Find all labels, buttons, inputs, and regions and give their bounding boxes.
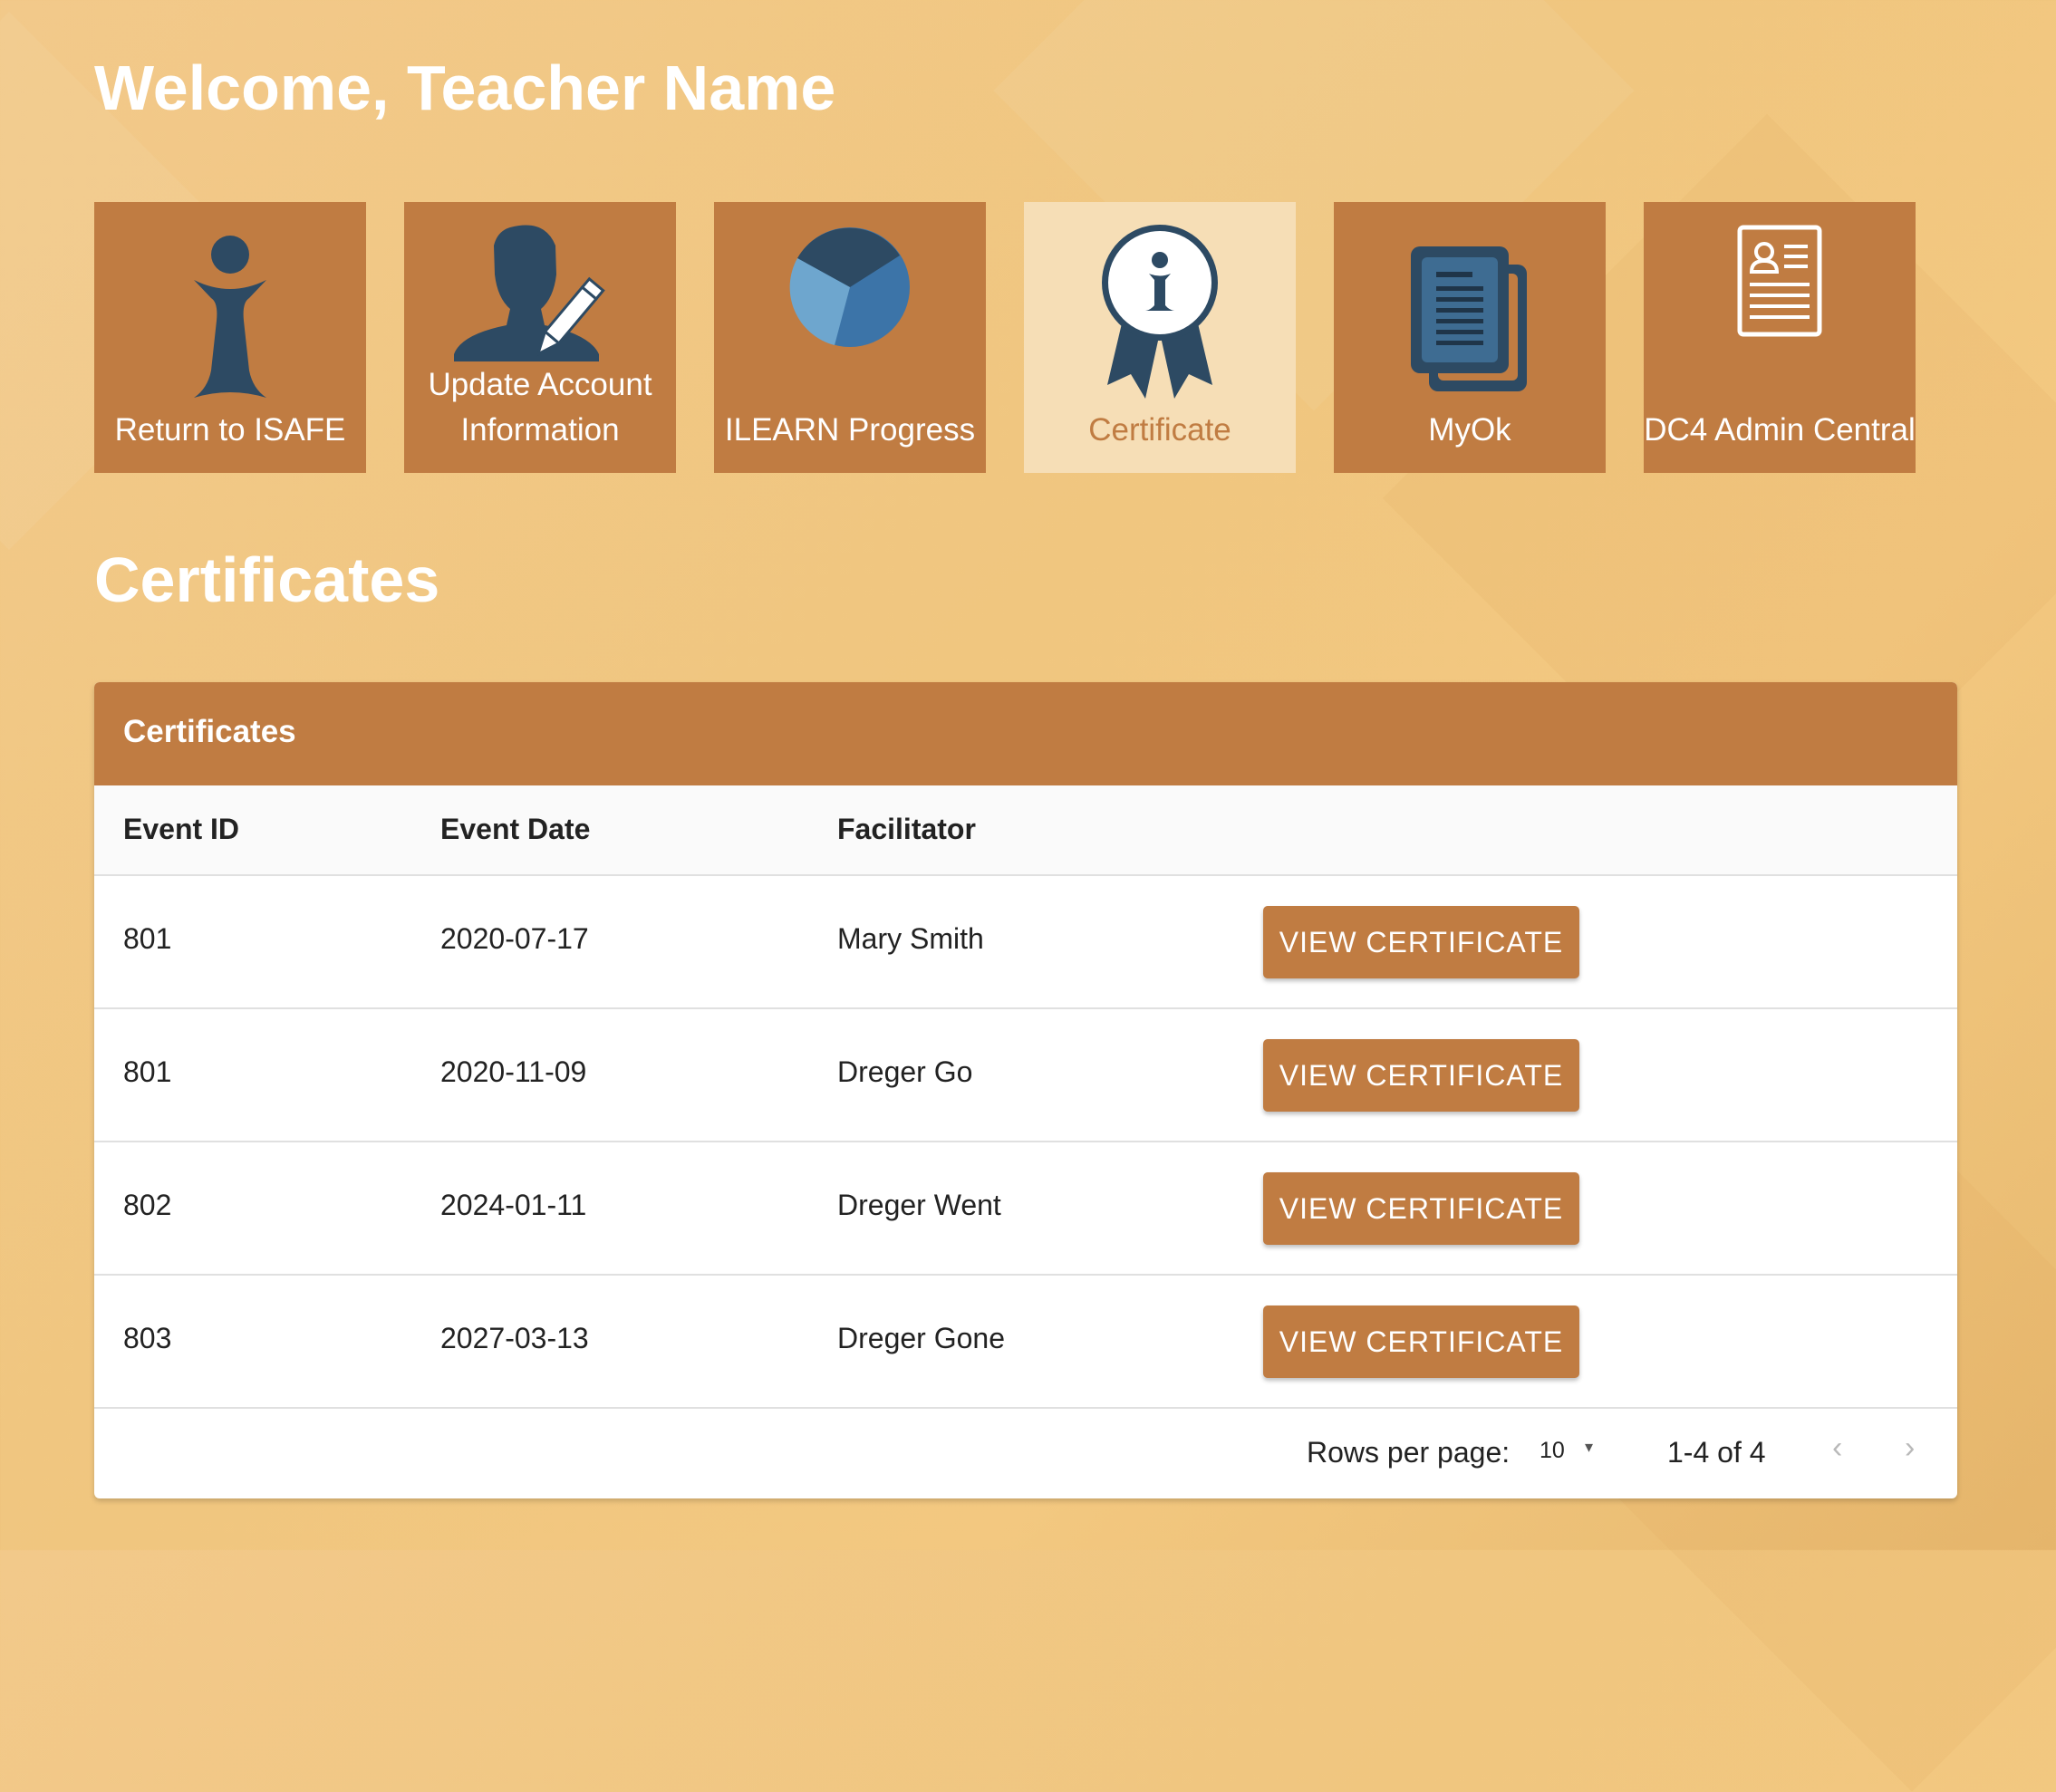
documents-icon [1411, 246, 1527, 391]
cell-event-date: 2027-03-13 [440, 1322, 589, 1354]
tile-label: MyOk [1428, 412, 1511, 448]
rows-per-page-value: 10 [1540, 1438, 1565, 1463]
view-certificate-button[interactable]: VIEW CERTIFICATE [1263, 1305, 1579, 1378]
cell-facilitator: Mary Smith [837, 922, 984, 955]
table-column-headers: Event ID Event Date Facilitator [94, 785, 1957, 876]
table-row: 803 2027-03-13 Dreger Gone VIEW CERTIFIC… [94, 1276, 1957, 1409]
cell-event-date: 2024-01-11 [440, 1189, 587, 1221]
tile-label: DC4 Admin Central [1644, 412, 1916, 448]
certificates-table-card: Certificates Event ID Event Date Facilit… [94, 682, 1957, 1498]
cell-facilitator: Dreger Gone [837, 1322, 1005, 1354]
caret-down-icon: ▾ [1585, 1438, 1594, 1456]
tile-myok[interactable]: MyOk [1334, 202, 1606, 473]
tile-dc4-admin-central[interactable]: DC4 Admin Central [1644, 202, 1916, 473]
pagination-range: 1-4 of 4 [1667, 1436, 1766, 1469]
user-edit-icon [454, 225, 605, 361]
tile-label: Update Account Information [428, 367, 652, 448]
tile-label: Return to ISAFE [114, 412, 346, 448]
cell-event-id: 801 [123, 1055, 172, 1088]
column-header-event-date: Event Date [440, 813, 591, 845]
chevron-left-icon[interactable]: ‹ [1832, 1431, 1842, 1466]
table-row: 801 2020-11-09 Dreger Go VIEW CERTIFICAT… [94, 1009, 1957, 1142]
table-header-bar: Certificates [94, 682, 1957, 785]
tile-certificate[interactable]: Certificate [1024, 202, 1296, 473]
tile-label: Certificate [1088, 412, 1231, 448]
cell-facilitator: Dreger Went [837, 1189, 1001, 1221]
cell-event-id: 801 [123, 922, 172, 955]
cell-event-id: 803 [123, 1322, 172, 1354]
table-row: 802 2024-01-11 Dreger Went VIEW CERTIFIC… [94, 1142, 1957, 1276]
section-title: Certificates [94, 544, 440, 615]
column-header-event-id: Event ID [123, 813, 240, 845]
view-certificate-button[interactable]: VIEW CERTIFICATE [1263, 1172, 1579, 1245]
rows-per-page-label: Rows per page: [1307, 1436, 1511, 1469]
welcome-heading: Welcome, Teacher Name [94, 53, 836, 123]
column-header-facilitator: Facilitator [837, 813, 976, 845]
cell-event-date: 2020-07-17 [440, 922, 589, 955]
cell-facilitator: Dreger Go [837, 1055, 973, 1088]
rows-per-page-select[interactable]: 10 ▾ [1540, 1438, 1593, 1464]
table-pagination: Rows per page: 10 ▾ 1-4 of 4 ‹ › [94, 1403, 1957, 1498]
view-certificate-button[interactable]: VIEW CERTIFICATE [1263, 906, 1579, 978]
table-title: Certificates [123, 714, 296, 749]
tile-update-account[interactable]: Update Account Information [404, 202, 676, 473]
cell-event-id: 802 [123, 1189, 172, 1221]
table-row: 801 2020-07-17 Mary Smith VIEW CERTIFICA… [94, 876, 1957, 1009]
view-certificate-button[interactable]: VIEW CERTIFICATE [1263, 1039, 1579, 1112]
tile-ilearn-progress[interactable]: ILEARN Progress [714, 202, 986, 473]
tile-return-to-isafe[interactable]: Return to ISAFE [94, 202, 366, 473]
pie-chart-icon [789, 227, 910, 347]
cell-event-date: 2020-11-09 [440, 1055, 587, 1088]
id-card-icon [1737, 225, 1822, 337]
award-ribbon-icon [1102, 225, 1218, 399]
tile-label: ILEARN Progress [724, 412, 976, 448]
chevron-right-icon[interactable]: › [1905, 1431, 1915, 1466]
isafe-person-icon [194, 236, 266, 398]
